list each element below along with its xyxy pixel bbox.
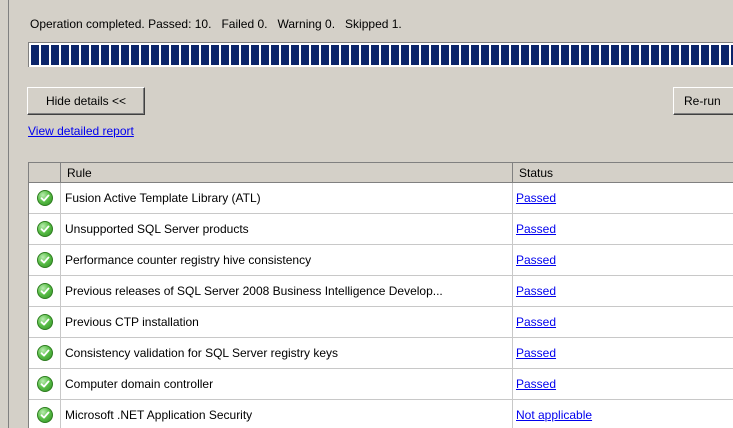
- status-link[interactable]: Passed: [516, 191, 556, 205]
- table-row[interactable]: Previous releases of SQL Server 2008 Bus…: [29, 276, 733, 307]
- row-icon-cell: [29, 307, 61, 338]
- table-row[interactable]: Fusion Active Template Library (ATL) Pass…: [29, 183, 733, 214]
- row-icon-cell: [29, 400, 61, 428]
- status-link[interactable]: Passed: [516, 377, 556, 391]
- rule-name: Consistency validation for SQL Server re…: [61, 338, 513, 369]
- hide-details-label: Hide details <<: [45, 94, 127, 108]
- status-cell: Not applicable: [513, 400, 733, 428]
- rule-name: Performance counter registry hive consis…: [61, 245, 513, 276]
- status-cell: Passed: [513, 214, 733, 245]
- progress-bar-fill: [31, 45, 733, 65]
- status-link[interactable]: Not applicable: [516, 408, 592, 422]
- progress-bar: [28, 42, 733, 67]
- rule-name: Microsoft .NET Application Security: [61, 400, 513, 428]
- table-row[interactable]: Consistency validation for SQL Server re…: [29, 338, 733, 369]
- rule-name: Computer domain controller: [61, 369, 513, 400]
- table-row[interactable]: Computer domain controller Passed: [29, 369, 733, 400]
- table-row[interactable]: Previous CTP installation Passed: [29, 307, 733, 338]
- status-link[interactable]: Passed: [516, 346, 556, 360]
- status-cell: Passed: [513, 369, 733, 400]
- status-column-header[interactable]: Status: [513, 163, 733, 183]
- status-cell: Passed: [513, 245, 733, 276]
- rules-table: Rule Status Fusion Active Template Libra…: [28, 162, 733, 428]
- row-icon-cell: [29, 369, 61, 400]
- icon-column-header[interactable]: [29, 163, 61, 183]
- rule-name: Previous releases of SQL Server 2008 Bus…: [61, 276, 513, 307]
- rule-column-header[interactable]: Rule: [61, 163, 513, 183]
- row-icon-cell: [29, 338, 61, 369]
- rule-name: Unsupported SQL Server products: [61, 214, 513, 245]
- view-detailed-report-link[interactable]: View detailed report: [28, 124, 134, 138]
- operation-status-text: Operation completed. Passed: 10. Failed …: [30, 17, 402, 31]
- rule-name: Previous CTP installation: [61, 307, 513, 338]
- status-link[interactable]: Passed: [516, 284, 556, 298]
- check-icon: [36, 376, 53, 392]
- hide-details-button[interactable]: Hide details <<: [27, 87, 145, 115]
- row-icon-cell: [29, 245, 61, 276]
- check-icon: [36, 345, 53, 361]
- check-icon: [36, 407, 53, 423]
- row-icon-cell: [29, 214, 61, 245]
- rerun-label: Re-run: [684, 94, 721, 108]
- table-header: Rule Status: [29, 163, 733, 183]
- status-cell: Passed: [513, 338, 733, 369]
- row-icon-cell: [29, 276, 61, 307]
- window-left-border: [8, 0, 9, 428]
- table-row[interactable]: Microsoft .NET Application Security Not a…: [29, 400, 733, 428]
- check-icon: [36, 314, 53, 330]
- check-icon: [36, 190, 53, 206]
- status-cell: Passed: [513, 183, 733, 214]
- status-link[interactable]: Passed: [516, 253, 556, 267]
- rule-name: Fusion Active Template Library (ATL): [61, 183, 513, 214]
- check-icon: [36, 221, 53, 237]
- status-link[interactable]: Passed: [516, 222, 556, 236]
- status-cell: Passed: [513, 307, 733, 338]
- status-cell: Passed: [513, 276, 733, 307]
- check-icon: [36, 252, 53, 268]
- check-icon: [36, 283, 53, 299]
- table-row[interactable]: Unsupported SQL Server products Passed: [29, 214, 733, 245]
- table-row[interactable]: Performance counter registry hive consis…: [29, 245, 733, 276]
- row-icon-cell: [29, 183, 61, 214]
- status-link[interactable]: Passed: [516, 315, 556, 329]
- rerun-button[interactable]: Re-run: [673, 87, 733, 115]
